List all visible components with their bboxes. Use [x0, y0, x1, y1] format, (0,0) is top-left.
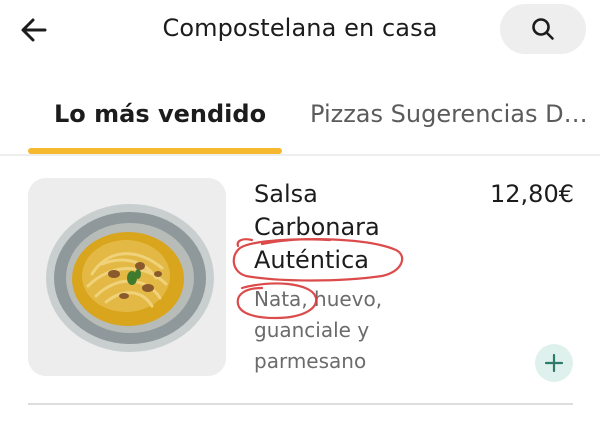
- app-header: Compostelana en casa: [0, 0, 600, 60]
- plus-icon: [544, 353, 564, 373]
- item-name-line: Auténtica: [254, 246, 369, 274]
- search-icon: [532, 18, 554, 40]
- add-item-button[interactable]: [535, 344, 573, 382]
- item-name-line: Carbonara: [254, 213, 380, 241]
- dish-image: [28, 178, 226, 376]
- item-name: Salsa Carbonara Auténtica: [254, 178, 434, 277]
- search-button[interactable]: [500, 4, 586, 54]
- item-price: 12,80€: [490, 180, 574, 208]
- item-divider: [28, 403, 573, 405]
- item-description-line: guanciale y: [254, 318, 370, 342]
- item-name-line: Salsa: [254, 180, 318, 208]
- item-description-line: parmesano: [254, 349, 367, 373]
- category-tabs: Lo más vendido Pizzas Sugerencias De...: [0, 92, 600, 152]
- item-description: Nata, huevo, guanciale y parmesano: [254, 284, 434, 377]
- menu-item[interactable]: Salsa Carbonara Auténtica Nata, huevo, g…: [0, 156, 600, 406]
- item-description-line: Nata, huevo,: [254, 287, 383, 311]
- tab-lo-mas-vendido[interactable]: Lo más vendido: [54, 100, 266, 128]
- tab-pizzas-sugerencias[interactable]: Pizzas Sugerencias De...: [310, 100, 600, 128]
